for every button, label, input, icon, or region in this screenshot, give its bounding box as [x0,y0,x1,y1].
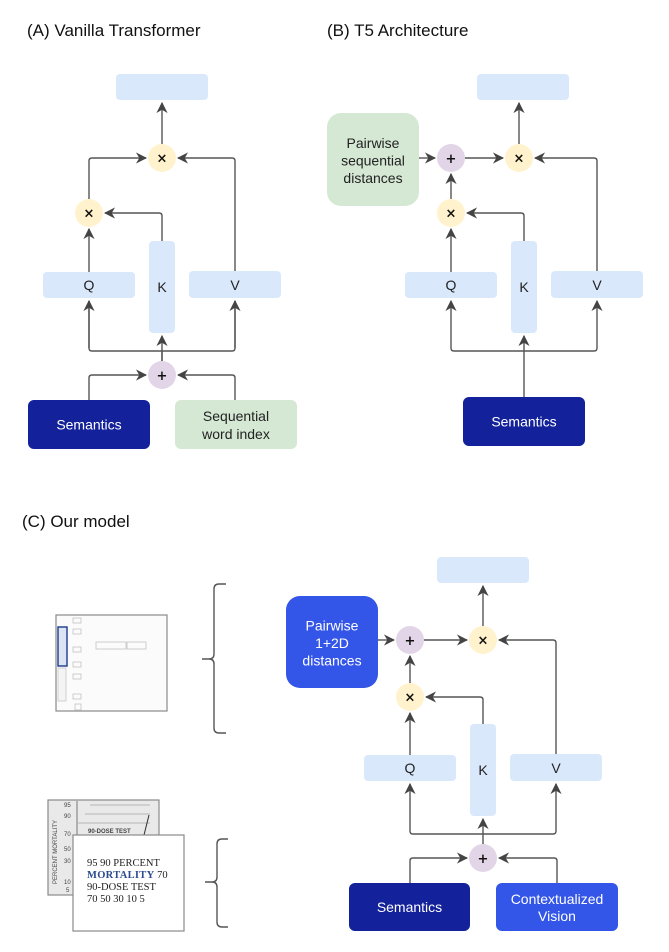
k-label: K [519,279,529,295]
pairwise-label-line2: sequential [341,153,405,169]
chart-tick: 90 [64,814,71,820]
q-label: Q [84,277,95,293]
panel-b-title: (B) T5 Architecture [327,21,468,40]
pairwise-label-line1: Pairwise [306,618,359,634]
layout-document-thumbnail [55,614,168,712]
pairwise-label-line3: distances [343,170,402,186]
v-label: V [551,760,561,776]
v-label: V [592,277,602,293]
wire-k-to-score [465,207,525,241]
ocr-document-thumbnail: PERCENT MORTALITY 95 90 70 50 30 10 5 90… [47,799,185,932]
pairwise-label-line1: Pairwise [347,135,400,151]
brace-text [205,838,228,928]
contextualized-vision-line1: Contextualized [511,891,604,907]
wire-v-to-mult [533,152,598,271]
ocr-line-1: 95 90 PERCENT [87,858,161,869]
ocr-line-4: 70 50 30 10 5 [87,894,145,905]
sequential-label-line2: word index [201,426,270,442]
q-label: Q [405,760,416,776]
plus-icon: + [405,634,416,649]
output-box [437,557,529,583]
ocr-line-2-rest: 70 [154,870,167,881]
semantics-label: Semantics [491,414,556,430]
plus-icon: + [157,369,168,384]
pairwise-label-line2: 1+2D [315,635,349,651]
output-box [477,74,569,100]
chart-tick: 70 [64,832,71,838]
semantics-label: Semantics [377,899,442,915]
q-label: Q [446,277,457,293]
multiply-icon: × [157,152,168,167]
wire-v-to-mult [497,634,557,754]
architecture-diagram: (A) Vanilla Transformer Q K V × × + Sema… [22,21,643,932]
brace-layout [202,583,226,734]
chart-axis-label: PERCENT MORTALITY [53,820,59,884]
ocr-highlighted-word: MORTALITY [87,870,155,881]
chart-caption: 90-DOSE TEST [88,829,131,835]
semantics-label: Semantics [56,417,121,433]
wire-k-to-score [103,207,163,241]
sequential-label-line1: Sequential [203,408,269,424]
wire-v-to-mult [176,152,236,271]
wire-semantics-to-plus [409,852,469,883]
pairwise-label-line3: distances [302,653,361,669]
multiply-icon: × [514,152,525,167]
panel-c-our-model: (C) Our model PERCENT MORTALITY 95 90 70… [22,512,618,932]
ocr-line-2: MORTALITY 70 [87,870,168,881]
chart-tick: 10 [64,880,71,886]
wire-k-to-score [424,691,484,724]
multiply-icon: × [84,207,95,222]
wire-score-to-mult [88,152,148,199]
multiply-icon: × [478,634,489,649]
multiply-icon: × [446,207,457,222]
panel-b-t5-architecture: (B) T5 Architecture Pairwise sequential … [327,21,643,446]
ocr-line-3: 90-DOSE TEST [87,882,157,893]
multiply-icon: × [405,691,416,706]
highlighted-region [57,626,68,667]
chart-tick: 30 [64,859,71,865]
plus-icon: + [478,852,489,867]
v-label: V [230,277,240,293]
plus-icon: + [446,152,457,167]
panel-a-title: (A) Vanilla Transformer [27,21,201,40]
wire-semantics-to-plus [88,369,148,400]
contextualized-vision-line2: Vision [538,908,576,924]
output-box [116,74,208,100]
chart-tick: 50 [64,847,71,853]
wire-seq-to-plus [176,369,236,400]
panel-a-vanilla-transformer: (A) Vanilla Transformer Q K V × × + Sema… [27,21,297,449]
wire-vision-to-plus [497,852,558,883]
chart-tick: 95 [64,803,71,809]
panel-c-title: (C) Our model [22,512,130,531]
k-label: K [157,279,167,295]
region-box [57,667,67,702]
k-label: K [478,762,488,778]
